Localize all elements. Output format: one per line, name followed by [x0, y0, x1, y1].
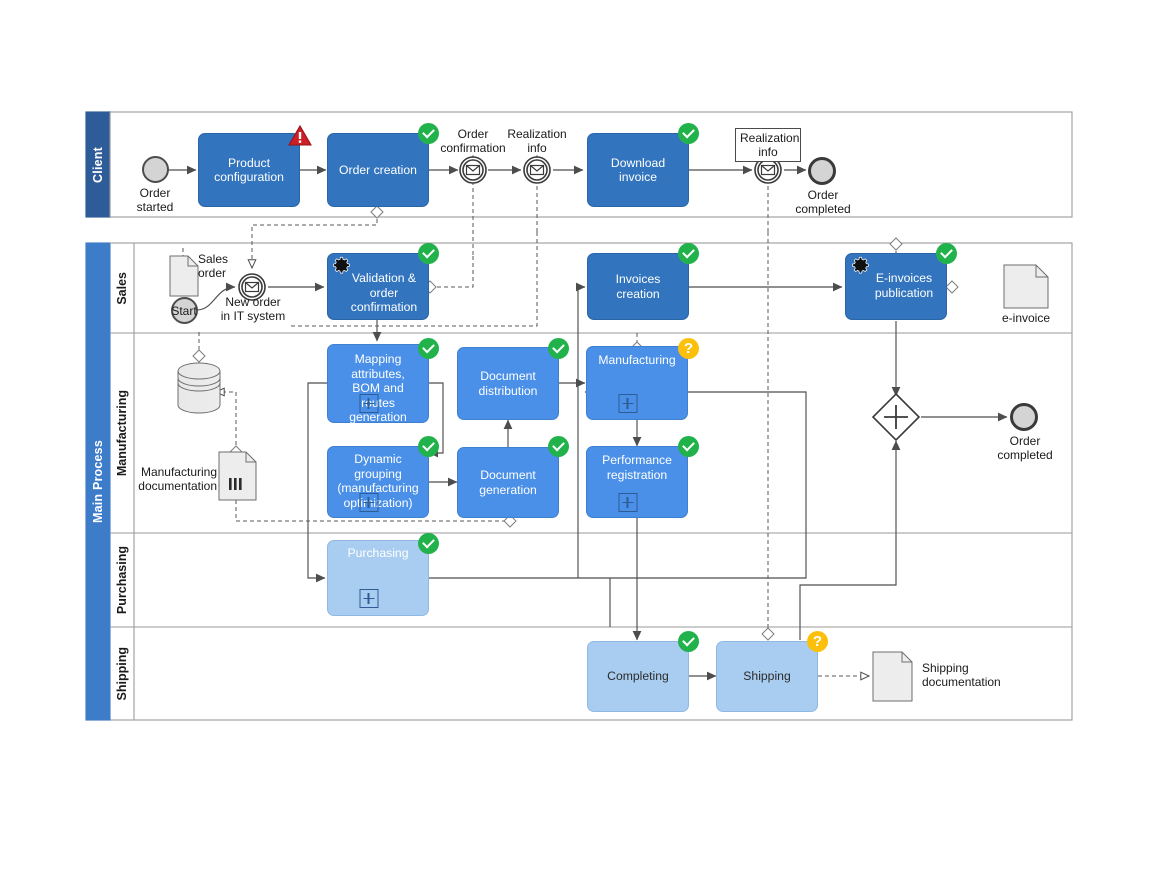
- sales-order-document: [169, 255, 199, 297]
- task-e-invoices-publication-label: E-invoices publication: [874, 271, 934, 300]
- lane-purchasing-label: Purchasing: [115, 545, 129, 615]
- question-badge-icon[interactable]: ?: [678, 338, 699, 359]
- task-document-generation[interactable]: Document generation: [457, 447, 559, 518]
- check-badge-icon[interactable]: [418, 436, 439, 457]
- task-shipping-label: Shipping: [743, 669, 791, 684]
- database-store: [177, 362, 221, 414]
- event-start-sales-label: Start: [171, 304, 197, 318]
- task-product-configuration[interactable]: Product configuration: [198, 133, 300, 207]
- shipping-documentation-doc: [872, 651, 913, 702]
- task-invoices-creation-label: Invoices creation: [615, 272, 661, 301]
- task-performance-registration[interactable]: Performance registration: [586, 446, 688, 518]
- task-document-distribution[interactable]: Document distribution: [457, 347, 559, 420]
- task-invoices-creation[interactable]: Invoices creation: [587, 253, 689, 320]
- manufacturing-documentation-doc: [218, 451, 257, 501]
- manufacturing-documentation-doc-label: Manufacturing documentation: [138, 465, 217, 493]
- subprocess-marker-icon: [359, 493, 378, 512]
- task-validation-order-confirmation-label: Validation & order confirmation: [350, 271, 418, 314]
- pool-client-label: Client: [91, 146, 105, 183]
- subprocess-marker-icon: [618, 394, 637, 413]
- gear-icon: [851, 256, 870, 275]
- task-dynamic-grouping-label: Dynamic grouping (manufacturing optimiza…: [337, 452, 419, 510]
- task-product-configuration-label: Product configuration: [214, 155, 284, 185]
- event-order-completed-main-label: Order completed: [997, 434, 1053, 462]
- check-badge-icon[interactable]: [548, 436, 569, 457]
- check-badge-icon[interactable]: [936, 243, 957, 264]
- task-shipping[interactable]: Shipping: [716, 641, 818, 712]
- task-mapping-attributes-label: Mapping attributes, BOM and routes gener…: [349, 352, 407, 424]
- task-purchasing[interactable]: Purchasing: [327, 540, 429, 616]
- check-badge-icon[interactable]: [418, 338, 439, 359]
- task-performance-registration-label: Performance registration: [602, 453, 672, 482]
- check-badge-icon[interactable]: [418, 123, 439, 144]
- task-download-invoice[interactable]: Download invoice: [587, 133, 689, 207]
- task-completing[interactable]: Completing: [587, 641, 689, 712]
- event-realization-info-1-label: Realization info: [507, 127, 567, 155]
- check-badge-icon[interactable]: [678, 123, 699, 144]
- task-order-creation[interactable]: Order creation: [327, 133, 429, 207]
- event-order-completed-client-label: Order completed: [795, 188, 851, 216]
- event-order-started-label: Order started: [136, 186, 174, 214]
- e-invoice-document-label: e-invoice: [1001, 311, 1051, 325]
- question-badge-icon[interactable]: ?: [807, 631, 828, 652]
- task-document-distribution-label: Document distribution: [478, 369, 538, 398]
- lane-purchasing: Purchasing: [110, 533, 134, 627]
- check-badge-icon[interactable]: [418, 533, 439, 554]
- check-badge-icon[interactable]: [678, 243, 699, 264]
- bpmn-diagram: Client Main Process Sales Manufacturing …: [0, 0, 1160, 870]
- lane-sales: Sales: [110, 243, 134, 333]
- lane-shipping-label: Shipping: [115, 646, 129, 701]
- task-completing-label: Completing: [607, 669, 669, 684]
- subprocess-marker-icon: [359, 394, 378, 413]
- check-badge-icon[interactable]: [678, 631, 699, 652]
- check-badge-icon[interactable]: [418, 243, 439, 264]
- task-download-invoice-label: Download invoice: [610, 155, 666, 185]
- event-order-started[interactable]: [142, 156, 169, 183]
- event-order-completed-main[interactable]: [1010, 403, 1038, 431]
- realization-info-text-box: Realization info: [735, 128, 801, 162]
- shipping-documentation-doc-label: Shipping documentation: [922, 661, 1001, 689]
- lane-shipping: Shipping: [110, 627, 134, 720]
- e-invoice-document: [1003, 264, 1049, 309]
- task-manufacturing-label: Manufacturing: [598, 353, 676, 367]
- pool-main-process: Main Process: [86, 243, 110, 720]
- subprocess-marker-icon: [618, 493, 637, 512]
- task-manufacturing[interactable]: Manufacturing: [586, 346, 688, 420]
- event-new-order-in-it-system-label: New order in IT system: [220, 295, 286, 323]
- task-document-generation-label: Document generation: [479, 468, 537, 497]
- task-purchasing-label: Purchasing: [347, 546, 409, 560]
- task-mapping-attributes[interactable]: Mapping attributes, BOM and routes gener…: [327, 344, 429, 424]
- sales-order-document-label: Sales order: [198, 252, 229, 280]
- subprocess-marker-icon: [359, 589, 378, 608]
- task-dynamic-grouping[interactable]: Dynamic grouping (manufacturing optimiza…: [327, 446, 429, 518]
- lane-manufacturing-label: Manufacturing: [115, 389, 129, 477]
- task-order-creation-label: Order creation: [339, 162, 417, 177]
- check-badge-icon[interactable]: [548, 338, 569, 359]
- lane-manufacturing: Manufacturing: [110, 333, 134, 533]
- pool-client: Client: [86, 112, 110, 217]
- gear-icon: [332, 256, 351, 275]
- event-order-completed-client[interactable]: [808, 157, 836, 185]
- pool-main-process-label: Main Process: [91, 440, 105, 523]
- check-badge-icon[interactable]: [678, 436, 699, 457]
- lane-sales-label: Sales: [115, 271, 129, 305]
